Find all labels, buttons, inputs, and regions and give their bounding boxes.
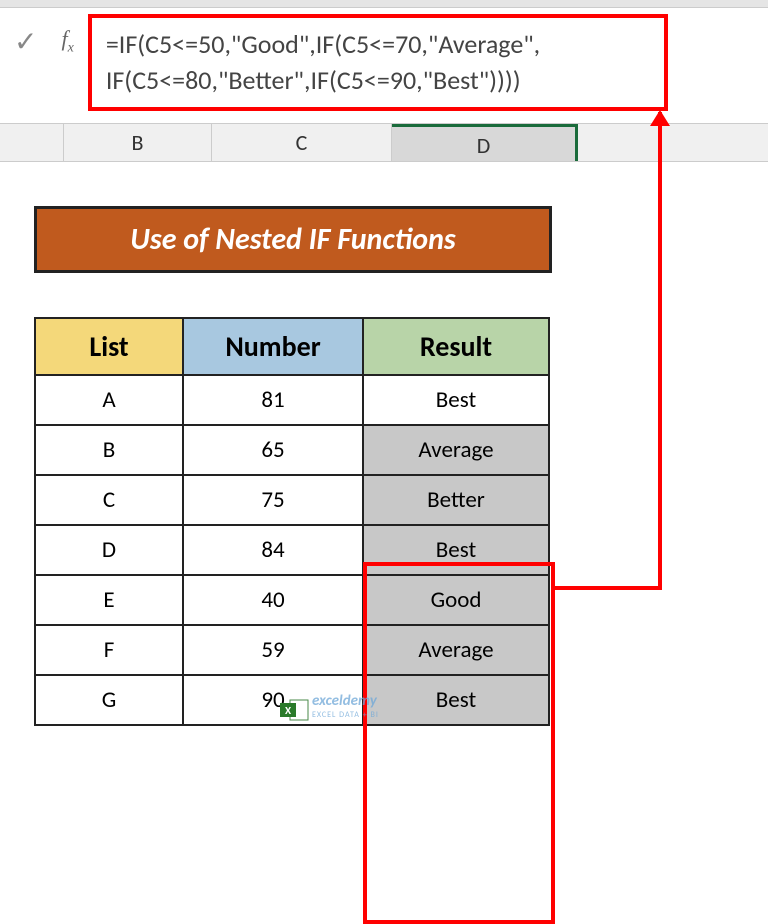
column-headers-row: B C D [0, 124, 768, 162]
table-row: B65Average [35, 425, 549, 475]
table-row: D84Best [35, 525, 549, 575]
header-row: List Number Result [35, 318, 549, 375]
formula-bar-area: ✓ fx =IF(C5<=50,"Good",IF(C5<=70,"Averag… [0, 8, 768, 124]
formula-text-line1: =IF(C5<=50,"Good",IF(C5<=70,"Average", [106, 26, 650, 62]
arrow-head-up-icon [650, 110, 670, 126]
formula-bar-input[interactable]: =IF(C5<=50,"Good",IF(C5<=70,"Average", I… [88, 14, 668, 111]
cell-list[interactable]: D [35, 525, 183, 575]
header-number[interactable]: Number [183, 318, 363, 375]
cell-list[interactable]: F [35, 625, 183, 675]
section-title: Use of Nested IF Functions [34, 206, 552, 273]
column-header-c[interactable]: C [212, 124, 392, 161]
cell-result[interactable]: Best [363, 675, 549, 725]
cell-list[interactable]: C [35, 475, 183, 525]
arrow-horizontal [555, 586, 661, 590]
cell-list[interactable]: A [35, 375, 183, 425]
header-list[interactable]: List [35, 318, 183, 375]
cell-list[interactable]: E [35, 575, 183, 625]
spreadsheet-content: Use of Nested IF Functions List Number R… [0, 162, 768, 746]
cell-number[interactable]: 75 [183, 475, 363, 525]
cell-result[interactable]: Better [363, 475, 549, 525]
cell-number[interactable]: 40 [183, 575, 363, 625]
cell-number[interactable]: 59 [183, 625, 363, 675]
cell-number[interactable]: 65 [183, 425, 363, 475]
table-row: F59Average [35, 625, 549, 675]
arrow-vertical [658, 112, 662, 590]
watermark-brand: exceldemy [312, 692, 377, 710]
table-row: C75Better [35, 475, 549, 525]
table-row: E40Good [35, 575, 549, 625]
cell-result[interactable]: Best [363, 525, 549, 575]
header-result[interactable]: Result [363, 318, 549, 375]
col-header-spacer [0, 124, 64, 161]
cell-result[interactable]: Average [363, 625, 549, 675]
column-header-d[interactable]: D [392, 124, 578, 161]
fx-icon[interactable]: fx [61, 26, 73, 56]
excel-logo-icon: X [280, 698, 310, 722]
formula-text-line2: IF(C5<=80,"Better",IF(C5<=90,"Best")))) [106, 62, 650, 98]
cell-number[interactable]: 81 [183, 375, 363, 425]
svg-text:X: X [285, 704, 292, 717]
column-header-b[interactable]: B [64, 124, 212, 161]
watermark-tag: EXCEL DATA + BI [312, 710, 379, 720]
confirm-check-icon[interactable]: ✓ [14, 24, 37, 59]
data-table: List Number Result A81BestB65AverageC75B… [34, 317, 550, 726]
cell-result[interactable]: Average [363, 425, 549, 475]
cell-number[interactable]: 84 [183, 525, 363, 575]
window-chrome-top [0, 0, 768, 8]
table-row: A81Best [35, 375, 549, 425]
watermark: exceldemy EXCEL DATA + BI [312, 692, 379, 720]
cell-list[interactable]: G [35, 675, 183, 725]
cell-result[interactable]: Best [363, 375, 549, 425]
cell-list[interactable]: B [35, 425, 183, 475]
cell-result[interactable]: Good [363, 575, 549, 625]
